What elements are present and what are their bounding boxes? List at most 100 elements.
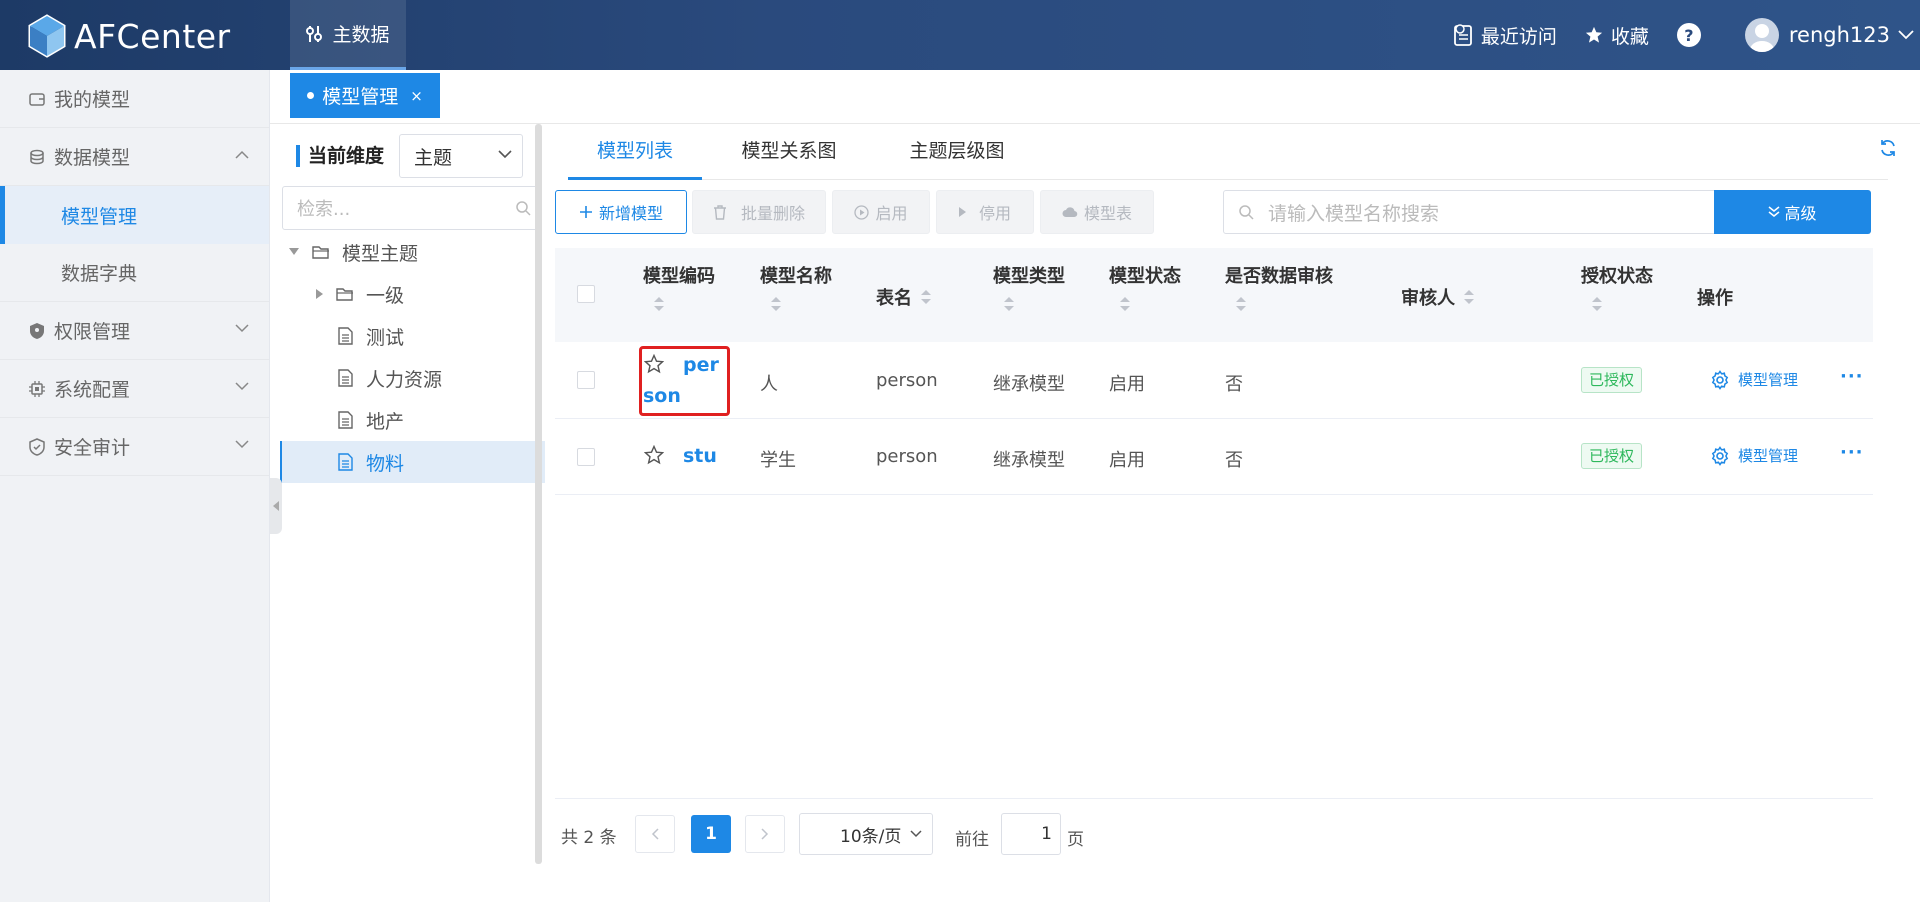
sidebar-item-data-dictionary[interactable]: 数据字典 (0, 244, 269, 302)
tab-model-list[interactable]: 模型列表 (568, 124, 702, 180)
add-model-button[interactable]: 新增模型 (555, 190, 687, 234)
app-header: AFCenter 主数据 最近访问 收藏 ? rengh123 (0, 0, 1920, 70)
tree-node-test[interactable]: 测试 (280, 315, 545, 357)
sort-icon[interactable] (653, 296, 665, 312)
recent-visits-label: 最近访问 (1480, 25, 1557, 48)
add-model-label: 新增模型 (598, 204, 663, 223)
page-number-current[interactable]: 1 (691, 815, 731, 853)
tree-scrollbar[interactable] (535, 124, 542, 864)
row-checkbox[interactable] (577, 371, 595, 389)
select-all-checkbox[interactable] (577, 285, 595, 303)
sidebar-item-my-models[interactable]: 我的模型 (0, 70, 269, 128)
user-name[interactable]: rengh123 (1789, 23, 1890, 47)
disable-button[interactable]: 停用 (936, 190, 1034, 234)
caret-down-icon[interactable] (289, 248, 299, 256)
batch-delete-button[interactable]: 批量删除 (692, 190, 826, 234)
more-actions-button[interactable]: ··· (1840, 442, 1864, 463)
tree-node-hr[interactable]: 人力资源 (280, 357, 545, 399)
sidebar-item-system-config[interactable]: 系统配置 (0, 360, 269, 418)
caret-right-icon[interactable] (316, 289, 324, 299)
next-page-button[interactable] (745, 815, 785, 853)
sort-icon[interactable] (1235, 296, 1247, 312)
refresh-icon[interactable] (1878, 138, 1898, 158)
tree-node-materials[interactable]: 物料 (280, 441, 545, 483)
model-search-placeholder: 请输入模型名称搜索 (1268, 202, 1440, 225)
column-header-code[interactable]: 模型编码 (643, 262, 715, 312)
shield-check-icon (28, 437, 46, 456)
star-filled-icon (1585, 26, 1602, 43)
goto-label: 前往 (955, 830, 989, 850)
column-header-table[interactable]: 表名 (876, 284, 932, 310)
sidebar-item-label: 我的模型 (54, 89, 131, 111)
sort-icon[interactable] (770, 296, 782, 312)
more-actions-button[interactable]: ··· (1840, 366, 1864, 387)
top-nav-label: 主数据 (332, 24, 390, 46)
page-tab-bar: 模型管理 × (270, 70, 1920, 124)
dimension-label: 当前维度 (296, 145, 384, 167)
column-header-auditor[interactable]: 审核人 (1401, 284, 1475, 310)
tab-topic-hierarchy[interactable]: 主题层级图 (896, 124, 1018, 180)
close-icon[interactable]: × (410, 87, 423, 105)
page-tab-label: 模型管理 (322, 86, 399, 108)
wallet-icon (28, 90, 46, 108)
column-header-type[interactable]: 模型类型 (993, 262, 1065, 312)
advanced-search-button[interactable]: 高级 (1714, 190, 1871, 234)
column-header-auth[interactable]: 授权状态 (1581, 262, 1653, 312)
sort-icon[interactable] (1463, 289, 1475, 305)
chevron-down-icon[interactable] (1898, 30, 1914, 40)
sidebar-item-model-management[interactable]: 模型管理 (0, 186, 269, 244)
tree-search-placeholder: 检索... (297, 199, 351, 220)
column-header-status[interactable]: 模型状态 (1109, 262, 1181, 312)
star-outline-icon[interactable] (644, 445, 664, 465)
top-nav-master-data[interactable]: 主数据 (290, 0, 406, 70)
avatar[interactable] (1744, 18, 1779, 52)
tree-node-level-one[interactable]: 一级 (280, 273, 545, 315)
model-status: 启用 (1109, 450, 1145, 471)
tab-model-relation[interactable]: 模型关系图 (728, 124, 850, 180)
sidebar-item-security-audit[interactable]: 安全审计 (0, 418, 269, 476)
sort-icon[interactable] (1591, 296, 1603, 312)
sidebar-item-label: 数据模型 (54, 147, 131, 169)
model-manage-action[interactable]: 模型管理 (1710, 369, 1798, 390)
sidebar-item-data-model[interactable]: 数据模型 (0, 128, 269, 186)
sort-icon[interactable] (920, 289, 932, 305)
collapse-sidebar-handle[interactable] (270, 478, 282, 534)
dimension-select[interactable]: 主题 (399, 134, 523, 178)
sort-icon[interactable] (1003, 296, 1015, 312)
chevron-left-icon (651, 828, 659, 840)
column-header-name[interactable]: 模型名称 (760, 262, 832, 312)
prev-page-button[interactable] (635, 815, 675, 853)
chevron-down-icon (910, 830, 922, 838)
model-manage-action[interactable]: 模型管理 (1710, 445, 1798, 466)
recent-visits-button[interactable]: 最近访问 (1453, 22, 1557, 49)
dimension-value: 主题 (414, 146, 453, 169)
document-icon (338, 369, 353, 387)
help-icon[interactable]: ? (1676, 23, 1701, 47)
page-tab-model-management[interactable]: 模型管理 × (290, 73, 440, 118)
sort-icon[interactable] (1119, 296, 1131, 312)
pagination: 共 2 条 1 10条/页 前往 1 页 (555, 798, 1873, 858)
enable-button[interactable]: 启用 (832, 190, 930, 234)
row-checkbox[interactable] (577, 448, 595, 466)
sidebar-item-label: 模型管理 (61, 205, 138, 228)
chevron-right-icon (761, 828, 769, 840)
model-code-link[interactable]: stu (683, 445, 717, 467)
sidebar-item-permissions[interactable]: 权限管理 (0, 302, 269, 360)
data-audit: 否 (1225, 450, 1243, 471)
model-search-input[interactable]: 请输入模型名称搜索 (1223, 190, 1715, 234)
favorites-button[interactable]: 收藏 (1585, 22, 1649, 49)
model-table-label: 模型表 (1083, 204, 1132, 223)
active-dot-icon (307, 92, 315, 99)
app-logo[interactable]: AFCenter (28, 14, 231, 58)
goto-page-input[interactable]: 1 (1001, 813, 1061, 855)
tree-node-root[interactable]: 模型主题 (280, 231, 545, 273)
tree-node-real-estate[interactable]: 地产 (280, 399, 545, 441)
model-table-button[interactable]: 模型表 (1040, 190, 1154, 234)
table-name: person (876, 370, 938, 391)
page-size-select[interactable]: 10条/页 (799, 813, 933, 855)
column-header-audit[interactable]: 是否数据审核 (1225, 262, 1333, 312)
advanced-label: 高级 (1784, 204, 1817, 223)
clipboard-clock-icon (1453, 24, 1472, 46)
tree-search-input[interactable]: 检索... (282, 186, 540, 230)
model-manage-label: 模型管理 (1738, 447, 1799, 465)
